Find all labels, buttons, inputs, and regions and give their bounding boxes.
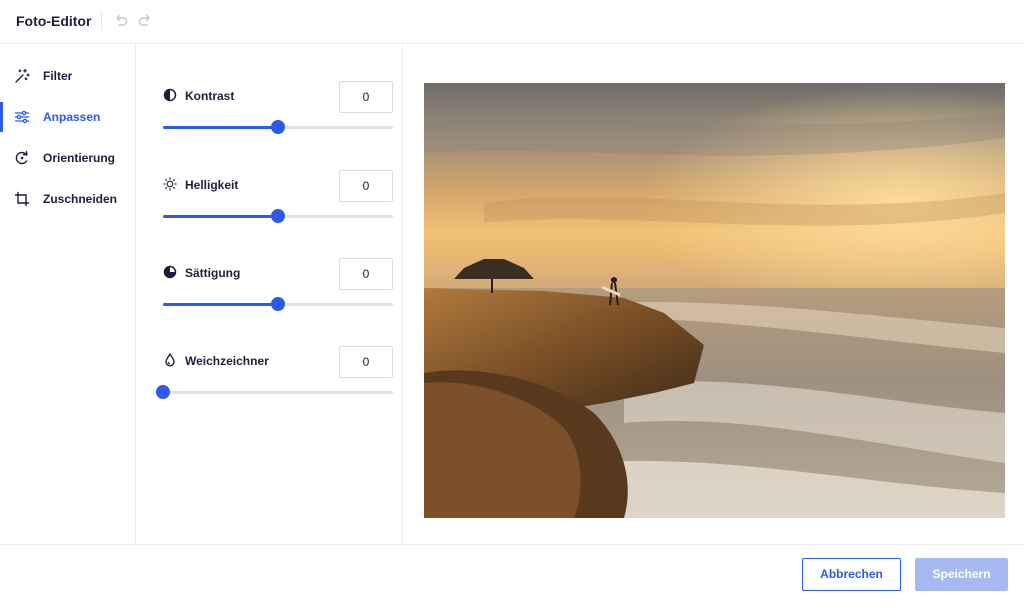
image-preview [424, 83, 1005, 518]
header-divider [101, 12, 102, 30]
sidebar-item-label: Anpassen [43, 110, 101, 124]
sidebar-item-zuschneiden[interactable]: Zuschneiden [0, 184, 135, 214]
contrast-slider-fill [163, 126, 278, 129]
sidebar-item-label: Orientierung [43, 151, 116, 165]
undo-icon [116, 14, 128, 26]
saturation-control: Sättigung 0 [163, 258, 393, 318]
blur-value-input[interactable]: 0 [339, 346, 393, 378]
adjustment-panel: Kontrast 0 Helligkeit 0 Sättigung 0 Weic… [136, 44, 403, 544]
sidebar-item-orientierung[interactable]: Orientierung [0, 143, 135, 173]
blur-slider-thumb[interactable] [156, 385, 170, 399]
editor-header: Foto-Editor [0, 0, 1024, 44]
brightness-slider[interactable] [163, 209, 393, 223]
crop-icon [14, 191, 30, 207]
saturation-value-input[interactable]: 0 [339, 258, 393, 290]
blur-control: Weichzeichner 0 [156, 346, 393, 406]
brightness-slider-fill [163, 215, 278, 218]
contrast-control: Kontrast 0 [163, 81, 393, 141]
save-button[interactable]: Speichern [915, 558, 1008, 591]
brightness-icon [163, 177, 177, 191]
contrast-label: Kontrast [185, 89, 235, 103]
sidebar-item-label: Zuschneiden [43, 192, 118, 206]
contrast-value-input[interactable]: 0 [339, 81, 393, 113]
sidebar-item-label: Filter [43, 69, 73, 83]
drop-icon [163, 352, 177, 367]
brightness-slider-thumb[interactable] [271, 209, 285, 223]
sidebar-item-filter[interactable]: Filter [0, 61, 135, 91]
sidebar-item-anpassen[interactable]: Anpassen [0, 102, 135, 132]
saturation-slider[interactable] [163, 297, 393, 311]
saturation-slider-thumb[interactable] [271, 297, 285, 311]
editor-footer: Abbrechen Speichern [0, 544, 1024, 608]
cancel-button[interactable]: Abbrechen [802, 558, 901, 591]
saturation-icon [163, 265, 177, 279]
blur-slider[interactable] [156, 385, 393, 399]
brightness-value-input[interactable]: 0 [339, 170, 393, 202]
contrast-slider-thumb[interactable] [271, 120, 285, 134]
photo-beach-sunset [424, 83, 1005, 518]
contrast-slider[interactable] [163, 120, 393, 134]
sidebar: Filter Anpassen Orientierung Zuschneiden [0, 44, 136, 544]
magic-wand-icon [14, 68, 30, 84]
blur-label: Weichzeichner [185, 354, 269, 368]
redo-button[interactable] [137, 12, 155, 30]
brightness-label: Helligkeit [185, 178, 239, 192]
redo-icon [138, 14, 150, 26]
contrast-icon [163, 88, 177, 102]
sliders-icon [14, 109, 30, 125]
undo-button[interactable] [113, 12, 131, 30]
brightness-control: Helligkeit 0 [163, 170, 393, 230]
app-title: Foto-Editor [16, 13, 92, 29]
rotate-icon [14, 150, 30, 166]
saturation-label: Sättigung [185, 266, 241, 280]
saturation-slider-fill [163, 303, 278, 306]
